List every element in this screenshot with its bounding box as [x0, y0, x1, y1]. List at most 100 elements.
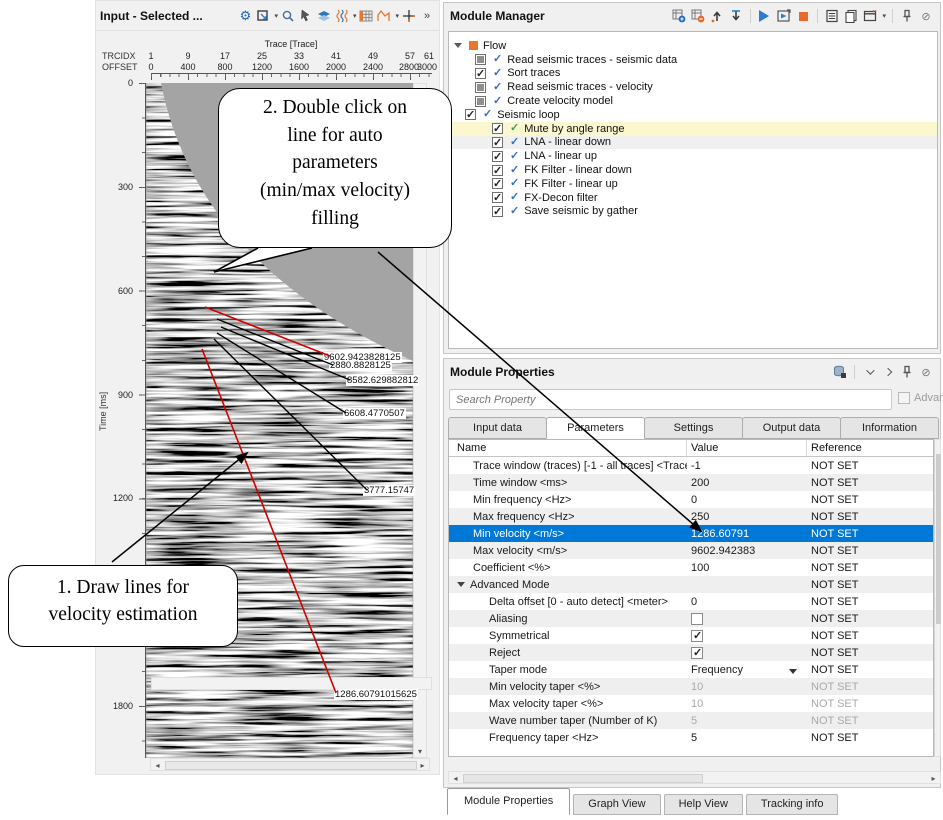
tab-output-data[interactable]: Output data [742, 417, 841, 439]
tab-help-view[interactable]: Help View [664, 794, 743, 815]
table-row-disabled[interactable]: Wave number taper (Number of K) 5 NOT SE… [449, 712, 933, 729]
stop-icon[interactable] [795, 8, 811, 24]
export-flow-icon[interactable] [728, 8, 744, 24]
seismic-hscrollbar-track[interactable]: ◂ ▸ [150, 758, 430, 771]
enable-checkbox[interactable] [475, 82, 486, 93]
expander-icon[interactable] [457, 582, 465, 591]
advanced-checkbox[interactable] [898, 392, 910, 404]
table-row[interactable]: Coefficient <%> 100 NOT SET [449, 559, 933, 576]
pick-tool-icon[interactable] [298, 8, 314, 24]
table-row[interactable]: Frequency taper <Hz> 5 NOT SET [449, 729, 933, 746]
tab-information[interactable]: Information [840, 417, 939, 439]
tree-item[interactable]: FK Filter - linear up [449, 177, 937, 191]
table-row-group[interactable]: Advanced Mode NOT SET [449, 576, 933, 593]
remove-module-icon[interactable] [690, 8, 706, 24]
enable-checkbox[interactable] [492, 165, 503, 176]
value-checkbox[interactable] [691, 613, 703, 625]
table-row[interactable]: Max velocity <m/s> 9602.942383 NOT SET [449, 542, 933, 559]
settings-gear-icon[interactable]: ⚙ [237, 8, 253, 24]
expander-icon[interactable] [453, 41, 463, 51]
tab-module-properties[interactable]: Module Properties [447, 788, 570, 815]
import-flow-icon[interactable] [709, 8, 725, 24]
collapse-icon[interactable] [861, 364, 877, 380]
chevron-down-icon[interactable]: ▾ [274, 12, 278, 20]
enable-checkbox[interactable] [492, 123, 503, 134]
wiggle-display-icon[interactable] [334, 8, 350, 24]
hscroll-thumb[interactable] [165, 761, 417, 770]
tree-item-selected[interactable]: Mute by angle range [449, 122, 937, 136]
tab-parameters[interactable]: Parameters [546, 417, 645, 439]
run-current-module-icon[interactable] [776, 8, 792, 24]
tab-settings[interactable]: Settings [644, 417, 743, 439]
tree-item[interactable]: Save seismic by gather [449, 205, 937, 219]
tree-item-flow[interactable]: Flow [449, 39, 937, 53]
add-module-icon[interactable] [671, 8, 687, 24]
new-window-icon[interactable] [862, 8, 878, 24]
chevron-down-icon[interactable]: ▾ [395, 12, 399, 20]
database-icon[interactable] [832, 364, 848, 380]
tree-item[interactable]: LNA - linear up [449, 149, 937, 163]
tree-item[interactable]: FX-Decon filter [449, 191, 937, 205]
log-view-icon[interactable] [824, 8, 840, 24]
table-row[interactable]: Trace window (traces) [-1 - all traces] … [449, 457, 933, 474]
chevron-down-icon[interactable]: ▾ [353, 12, 357, 20]
table-row[interactable]: Time window <ms> 200 NOT SET [449, 474, 933, 491]
table-vscrollbar[interactable] [934, 439, 941, 757]
expand-icon[interactable] [880, 364, 896, 380]
dropdown-arrow-icon[interactable] [789, 669, 797, 678]
table-row-disabled[interactable]: Max velocity taper <%> 10 NOT SET [449, 695, 933, 712]
scroll-left-icon[interactable]: ◂ [152, 760, 163, 770]
enable-checkbox[interactable] [465, 109, 476, 120]
enable-checkbox[interactable] [475, 96, 486, 107]
tab-input-data[interactable]: Input data [448, 417, 547, 439]
value-checkbox[interactable] [691, 647, 703, 659]
table-row[interactable]: Aliasing NOT SET [449, 610, 933, 627]
table-row[interactable]: Reject NOT SET [449, 644, 933, 661]
zoom-extents-icon[interactable] [255, 8, 271, 24]
scroll-down-icon[interactable]: ▾ [414, 745, 426, 757]
value-checkbox[interactable] [691, 630, 703, 642]
copy-icon[interactable] [843, 8, 859, 24]
hscroll-thumb[interactable] [463, 774, 703, 783]
crosshair-icon[interactable] [401, 8, 417, 24]
run-flow-icon[interactable] [757, 8, 773, 24]
table-row[interactable]: Symmetrical NOT SET [449, 627, 933, 644]
tree-item[interactable]: Create velocity model [449, 94, 937, 108]
vscroll-thumb[interactable] [936, 454, 941, 624]
scroll-left-icon[interactable]: ◂ [450, 773, 461, 783]
search-input[interactable] [449, 389, 892, 410]
tree-item[interactable]: Read seismic traces - seismic data [449, 53, 937, 67]
table-row[interactable]: Min frequency <Hz> 0 NOT SET [449, 491, 933, 508]
chevron-down-icon[interactable]: ▾ [882, 12, 886, 20]
table-row[interactable]: Delta offset [0 - auto detect] <meter> 0… [449, 593, 933, 610]
close-panel-icon[interactable]: ⊘ [918, 8, 934, 24]
magnifier-icon[interactable] [280, 8, 296, 24]
scroll-right-icon[interactable]: ▸ [417, 760, 428, 770]
scroll-right-icon[interactable]: ▸ [928, 773, 939, 783]
tree-item[interactable]: FK Filter - linear down [449, 163, 937, 177]
pin-icon[interactable] [899, 8, 915, 24]
table-row-selected[interactable]: Min velocity <m/s> 1286.60791 NOT SET [449, 525, 933, 542]
tree-item[interactable]: LNA - linear down [449, 136, 937, 150]
enable-checkbox[interactable] [492, 192, 503, 203]
table-row-disabled[interactable]: Min velocity taper <%> 10 NOT SET [449, 678, 933, 695]
enable-checkbox[interactable] [475, 54, 486, 65]
tab-graph-view[interactable]: Graph View [573, 794, 660, 815]
enable-checkbox[interactable] [492, 151, 503, 162]
enable-checkbox[interactable] [492, 206, 503, 217]
histogram-icon[interactable] [376, 8, 392, 24]
table-row[interactable]: Max frequency <Hz> 250 NOT SET [449, 508, 933, 525]
enable-checkbox[interactable] [492, 178, 503, 189]
layers-icon[interactable] [316, 8, 332, 24]
toolbar-overflow-icon[interactable]: » [419, 8, 435, 24]
tree-item[interactable]: Read seismic traces - velocity [449, 80, 937, 94]
grid-display-icon[interactable] [358, 8, 374, 24]
enable-checkbox[interactable] [492, 137, 503, 148]
pin-icon[interactable] [899, 364, 915, 380]
close-panel-icon[interactable]: ⊘ [918, 364, 934, 380]
tab-tracking-info[interactable]: Tracking info [746, 794, 839, 815]
table-row[interactable]: Taper mode Frequency NOT SET [449, 661, 933, 678]
tree-item[interactable]: Sort traces [449, 67, 937, 81]
tree-item-seismic-loop[interactable]: Seismic loop [449, 108, 937, 122]
enable-checkbox[interactable] [475, 68, 486, 79]
